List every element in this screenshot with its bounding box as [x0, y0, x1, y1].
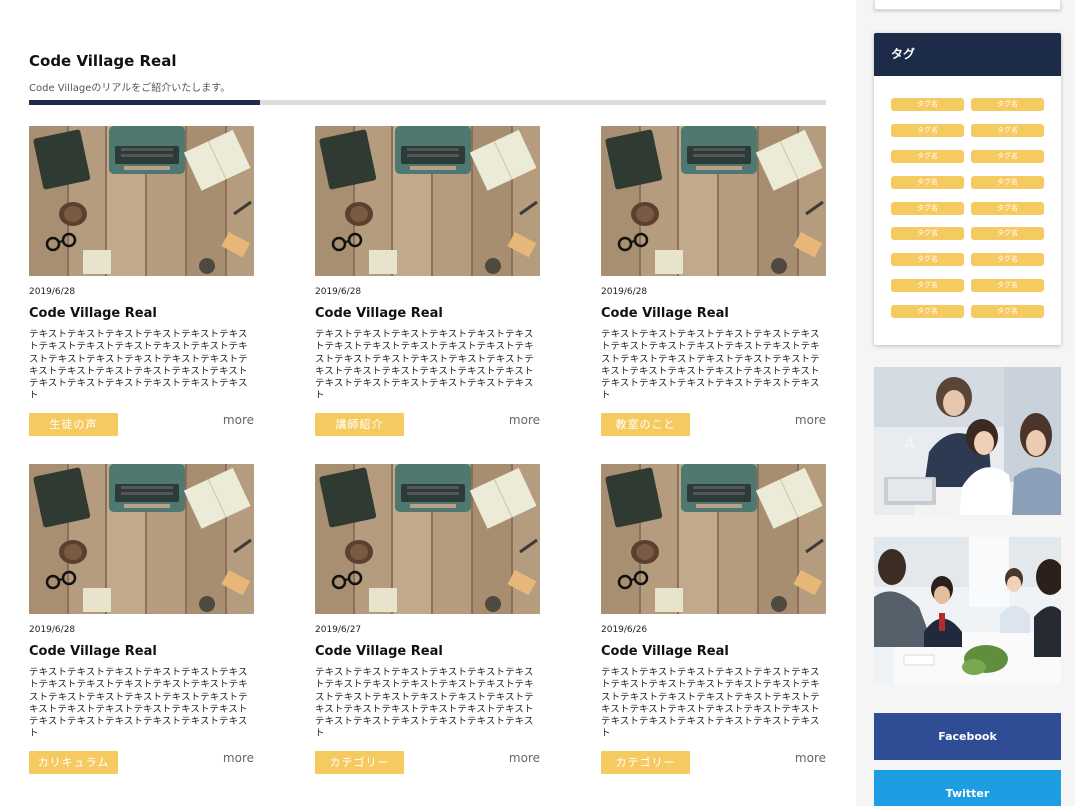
tag-chip[interactable]: タグ名: [971, 149, 1044, 163]
post-date: 2019/6/26: [601, 625, 648, 635]
post-thumbnail[interactable]: [601, 464, 826, 614]
more-link[interactable]: more: [509, 413, 540, 427]
typewriter-desk-photo: [315, 126, 540, 276]
tag-chip[interactable]: タグ名: [971, 123, 1044, 137]
category-tag[interactable]: 教室のこと: [601, 413, 690, 436]
tag-widget-title: タグ: [874, 33, 1061, 76]
post-card[interactable]: 2019/6/28 Code Village Real テキストテキストテキスト…: [29, 126, 254, 436]
tag-widget: タグ タグ名 タグ名 タグ名 タグ名 タグ名 タグ名 タグ名 タグ名 タグ名 タグ名 タグ名 タグ名タ…: [874, 33, 1061, 345]
post-excerpt: テキストテキストテキストテキストテキストテキストテキストテキストテキストテキスト…: [29, 667, 248, 740]
post-title[interactable]: Code Village Real: [601, 644, 729, 659]
sidebar: タグ タグ名 タグ名 タグ名 タグ名 タグ名 タグ名 タグ名 タグ名 タグ名 タグ名 タグ名 タグ名タ…: [856, 0, 1075, 806]
category-tag[interactable]: 生徒の声: [29, 413, 118, 436]
post-title[interactable]: Code Village Real: [29, 644, 157, 659]
sidebar-top-widget: [874, 0, 1061, 10]
typewriter-desk-photo: [29, 464, 254, 614]
post-title[interactable]: Code Village Real: [315, 306, 443, 321]
tag-chip[interactable]: タグ名: [971, 279, 1044, 293]
post-thumbnail[interactable]: [601, 126, 826, 276]
post-card[interactable]: 2019/6/28 Code Village Real テキストテキストテキスト…: [601, 126, 826, 436]
office-team-photo: A: [874, 367, 1061, 515]
more-link[interactable]: more: [795, 751, 826, 765]
post-excerpt: テキストテキストテキストテキストテキストテキストテキストテキストテキストテキスト…: [601, 329, 820, 402]
post-card[interactable]: 2019/6/28 Code Village Real テキストテキストテキスト…: [315, 126, 540, 436]
post-date: 2019/6/28: [29, 287, 76, 297]
tag-chip[interactable]: タグ名: [971, 175, 1044, 189]
tag-chip[interactable]: タグ名: [891, 175, 964, 189]
facebook-button[interactable]: Facebook: [874, 713, 1061, 760]
post-title[interactable]: Code Village Real: [29, 306, 157, 321]
post-title[interactable]: Code Village Real: [601, 306, 729, 321]
post-date: 2019/6/28: [315, 287, 362, 297]
tag-chip[interactable]: タグ名: [891, 227, 964, 241]
post-card[interactable]: 2019/6/27 Code Village Real テキストテキストテキスト…: [315, 464, 540, 774]
tag-chip[interactable]: タグ名: [891, 305, 964, 319]
more-link[interactable]: more: [223, 413, 254, 427]
post-date: 2019/6/27: [315, 625, 362, 635]
category-tag[interactable]: カリキュラム: [29, 751, 118, 774]
business-meeting-photo: [874, 537, 1061, 685]
main-content: Code Village Real Code Villageのリアルをご紹介いた…: [29, 0, 826, 806]
typewriter-desk-photo: [315, 464, 540, 614]
progress-fill: [29, 100, 261, 105]
typewriter-desk-photo: [601, 464, 826, 614]
typewriter-desk-photo: [29, 126, 254, 276]
tag-chip[interactable]: タグ名: [971, 227, 1044, 241]
post-card[interactable]: 2019/6/26 Code Village Real テキストテキストテキスト…: [601, 464, 826, 774]
tag-chip[interactable]: タグ名: [891, 279, 964, 293]
category-tag[interactable]: 講師紹介: [315, 413, 404, 436]
post-excerpt: テキストテキストテキストテキストテキストテキストテキストテキストテキストテキスト…: [315, 329, 534, 402]
post-excerpt: テキストテキストテキストテキストテキストテキストテキストテキストテキストテキスト…: [601, 667, 820, 740]
section-title: Code Village Real: [29, 52, 177, 70]
tag-list: タグ名 タグ名 タグ名 タグ名 タグ名 タグ名 タグ名 タグ名 タグ名 タグ名 タグ名 タグ名 タグ名タ…: [891, 98, 1044, 319]
twitter-button[interactable]: Twitter: [874, 770, 1061, 806]
banner-office-team-photo[interactable]: A: [874, 367, 1061, 515]
svg-text:A: A: [904, 434, 915, 453]
typewriter-desk-photo: [601, 126, 826, 276]
post-thumbnail[interactable]: [29, 126, 254, 276]
tag-chip[interactable]: タグ名: [971, 305, 1044, 319]
post-excerpt: テキストテキストテキストテキストテキストテキストテキストテキストテキストテキスト…: [315, 667, 534, 740]
tag-chip[interactable]: タグ名: [971, 201, 1044, 215]
post-date: 2019/6/28: [601, 287, 648, 297]
tag-chip[interactable]: タグ名: [891, 253, 964, 267]
tag-chip[interactable]: タグ名: [971, 253, 1044, 267]
section-subtitle: Code Villageのリアルをご紹介いたします。: [29, 83, 231, 94]
more-link[interactable]: more: [223, 751, 254, 765]
category-tag[interactable]: カテゴリー: [315, 751, 404, 774]
post-card[interactable]: 2019/6/28 Code Village Real テキストテキストテキスト…: [29, 464, 254, 774]
tag-chip[interactable]: タグ名: [891, 98, 964, 111]
post-date: 2019/6/28: [29, 625, 76, 635]
banner-business-meeting-photo[interactable]: [874, 537, 1061, 685]
more-link[interactable]: more: [509, 751, 540, 765]
category-tag[interactable]: カテゴリー: [601, 751, 690, 774]
post-thumbnail[interactable]: [315, 126, 540, 276]
tag-chip[interactable]: タグ名: [891, 201, 964, 215]
post-thumbnail[interactable]: [315, 464, 540, 614]
section-progress-bar: [29, 100, 826, 105]
post-excerpt: テキストテキストテキストテキストテキストテキストテキストテキストテキストテキスト…: [29, 329, 248, 402]
tag-chip[interactable]: タグ名: [891, 123, 964, 137]
tag-chip[interactable]: タグ名: [891, 149, 964, 163]
post-title[interactable]: Code Village Real: [315, 644, 443, 659]
more-link[interactable]: more: [795, 413, 826, 427]
tag-chip[interactable]: タグ名: [971, 98, 1044, 111]
post-thumbnail[interactable]: [29, 464, 254, 614]
